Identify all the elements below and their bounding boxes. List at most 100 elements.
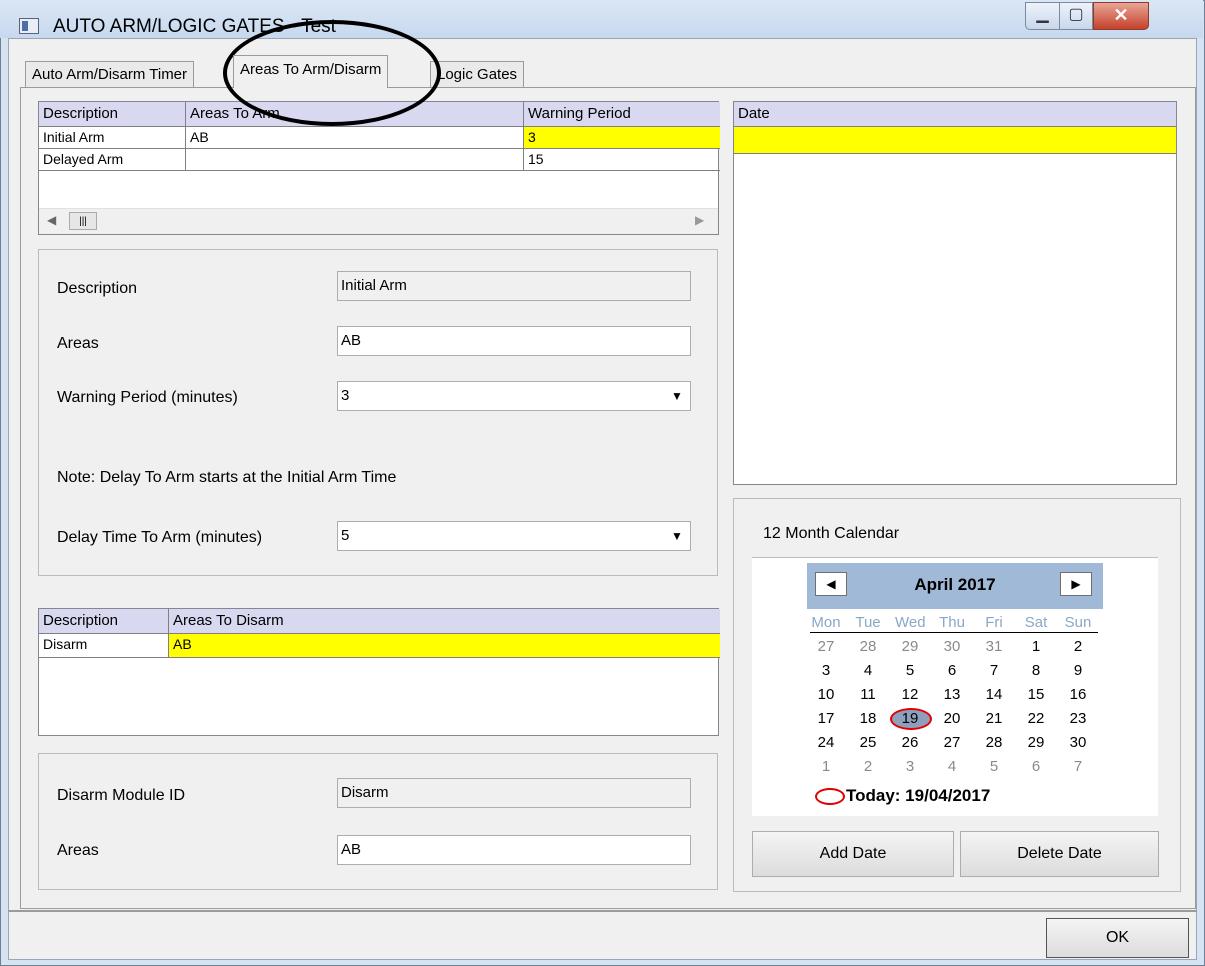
disarm-areas-grid[interactable]: Description Areas To Disarm Disarm AB	[38, 608, 720, 736]
column-header-description[interactable]: Description	[39, 102, 186, 127]
disarm-details-group	[38, 753, 718, 890]
scroll-right-icon[interactable]: ▶	[695, 213, 704, 227]
table-cell[interactable]: Disarm	[39, 634, 169, 658]
calendar-day[interactable]: 15	[1021, 686, 1051, 703]
table-cell[interactable]: Delayed Arm	[39, 149, 186, 171]
chevron-down-icon[interactable]: ▼	[665, 383, 689, 409]
calendar-day[interactable]: 4	[853, 662, 883, 679]
calendar-day[interactable]: 29	[1021, 734, 1051, 751]
tab-logic-gates[interactable]: Logic Gates	[430, 61, 525, 87]
calendar-day[interactable]: 27	[811, 638, 841, 655]
calendar-day[interactable]: 11	[853, 686, 883, 703]
column-header-warning-period[interactable]: Warning Period	[524, 102, 720, 127]
horizontal-scrollbar[interactable]: ◀ ||| ▶	[39, 208, 718, 234]
calendar-day[interactable]: 14	[979, 686, 1009, 703]
column-header-date[interactable]: Date	[734, 102, 1176, 127]
today-link[interactable]: Today: 19/04/2017	[846, 786, 990, 806]
minimize-button[interactable]: ▁	[1025, 2, 1060, 30]
calendar-day[interactable]: 7	[1063, 758, 1093, 775]
calendar-day[interactable]: 21	[979, 710, 1009, 727]
delay-note: Note: Delay To Arm starts at the Initial…	[57, 469, 397, 486]
maximize-icon: ▢	[1068, 6, 1084, 23]
ok-button[interactable]: OK	[1046, 918, 1189, 958]
calendar-label: 12 Month Calendar	[763, 525, 900, 542]
table-cell[interactable]: Initial Arm	[39, 127, 186, 149]
calendar-month-title[interactable]: April 2017	[870, 575, 1040, 595]
calendar-day[interactable]: 2	[1063, 638, 1093, 655]
warning-period-select[interactable]: 3 ▼	[337, 381, 691, 411]
calendar-day[interactable]: 6	[1021, 758, 1051, 775]
disarm-module-label: Disarm Module ID	[57, 787, 186, 804]
weekday-label: Mon	[811, 614, 841, 631]
arm-areas-grid[interactable]: Description Areas To Arm Warning Period …	[38, 101, 720, 235]
calendar-day[interactable]: 2	[853, 758, 883, 775]
tab-areas-to-arm-disarm[interactable]: Areas To Arm/Disarm	[233, 55, 389, 88]
tab-label: Logic Gates	[437, 66, 518, 83]
table-cell-selected[interactable]: AB	[169, 634, 720, 658]
calendar-day[interactable]: 10	[811, 686, 841, 703]
add-date-button[interactable]: Add Date	[752, 831, 954, 877]
column-header-areas-to-disarm[interactable]: Areas To Disarm	[169, 609, 720, 634]
footer-divider	[8, 910, 1197, 912]
calendar-day[interactable]: 22	[1021, 710, 1051, 727]
table-cell[interactable]: 15	[524, 149, 720, 171]
next-month-button[interactable]: ▶	[1060, 572, 1092, 596]
warning-period-label: Warning Period (minutes)	[57, 389, 238, 406]
scroll-left-icon[interactable]: ◀	[47, 213, 56, 227]
scrollbar-thumb[interactable]: |||	[69, 212, 97, 230]
calendar-day[interactable]: 27	[937, 734, 967, 751]
chevron-down-icon[interactable]: ▼	[665, 523, 689, 549]
table-cell-selected[interactable]: 3	[524, 127, 720, 149]
calendar-day[interactable]: 8	[1021, 662, 1051, 679]
calendar-day[interactable]: 28	[979, 734, 1009, 751]
table-cell[interactable]	[186, 149, 524, 171]
delay-time-select[interactable]: 5 ▼	[337, 521, 691, 551]
calendar-day[interactable]: 3	[895, 758, 925, 775]
calendar-day[interactable]: 12	[895, 686, 925, 703]
column-header-description[interactable]: Description	[39, 609, 169, 634]
areas-input[interactable]: AB	[337, 326, 691, 356]
calendar-day[interactable]: 1	[811, 758, 841, 775]
maximize-button[interactable]: ▢	[1059, 2, 1093, 30]
close-button[interactable]: ✕	[1093, 2, 1149, 30]
calendar-day[interactable]: 23	[1063, 710, 1093, 727]
calendar-day[interactable]: 3	[811, 662, 841, 679]
calendar-day[interactable]: 28	[853, 638, 883, 655]
weekday-label: Fri	[985, 614, 1003, 631]
calendar-day[interactable]: 31	[979, 638, 1009, 655]
calendar-day[interactable]: 18	[853, 710, 883, 727]
tab-auto-arm-disarm-timer[interactable]: Auto Arm/Disarm Timer	[25, 61, 195, 87]
calendar-day[interactable]: 24	[811, 734, 841, 751]
delete-date-button[interactable]: Delete Date	[960, 831, 1159, 877]
warning-period-value: 3	[341, 387, 350, 404]
calendar-day[interactable]: 5	[895, 662, 925, 679]
calendar-day[interactable]: 20	[937, 710, 967, 727]
calendar-day[interactable]: 17	[811, 710, 841, 727]
weekday-label: Tue	[855, 614, 881, 631]
calendar-day[interactable]: 29	[895, 638, 925, 655]
calendar-day[interactable]: 26	[895, 734, 925, 751]
description-field[interactable]: Initial Arm	[337, 271, 691, 301]
table-cell[interactable]: AB	[186, 127, 524, 149]
weekday-label: Thu	[939, 614, 965, 631]
calendar-day[interactable]: 4	[937, 758, 967, 775]
calendar-day[interactable]: 7	[979, 662, 1009, 679]
calendar-day[interactable]: 30	[937, 638, 967, 655]
calendar-day[interactable]: 6	[937, 662, 967, 679]
calendar-day[interactable]: 16	[1063, 686, 1093, 703]
date-row-selected[interactable]	[734, 127, 1176, 154]
app-icon[interactable]	[19, 18, 39, 34]
calendar-day[interactable]: 30	[1063, 734, 1093, 751]
today-marker-icon	[815, 788, 845, 805]
calendar-day[interactable]: 25	[853, 734, 883, 751]
disarm-module-field[interactable]: Disarm	[337, 778, 691, 808]
date-list-grid[interactable]: Date	[733, 101, 1177, 485]
calendar-day[interactable]: 1	[1021, 638, 1051, 655]
calendar-day[interactable]: 5	[979, 758, 1009, 775]
calendar-day[interactable]: 9	[1063, 662, 1093, 679]
calendar-divider	[810, 632, 1098, 633]
disarm-areas-input[interactable]: AB	[337, 835, 691, 865]
calendar-day[interactable]: 19	[895, 710, 925, 727]
calendar-day[interactable]: 13	[937, 686, 967, 703]
prev-month-button[interactable]: ◀	[815, 572, 847, 596]
